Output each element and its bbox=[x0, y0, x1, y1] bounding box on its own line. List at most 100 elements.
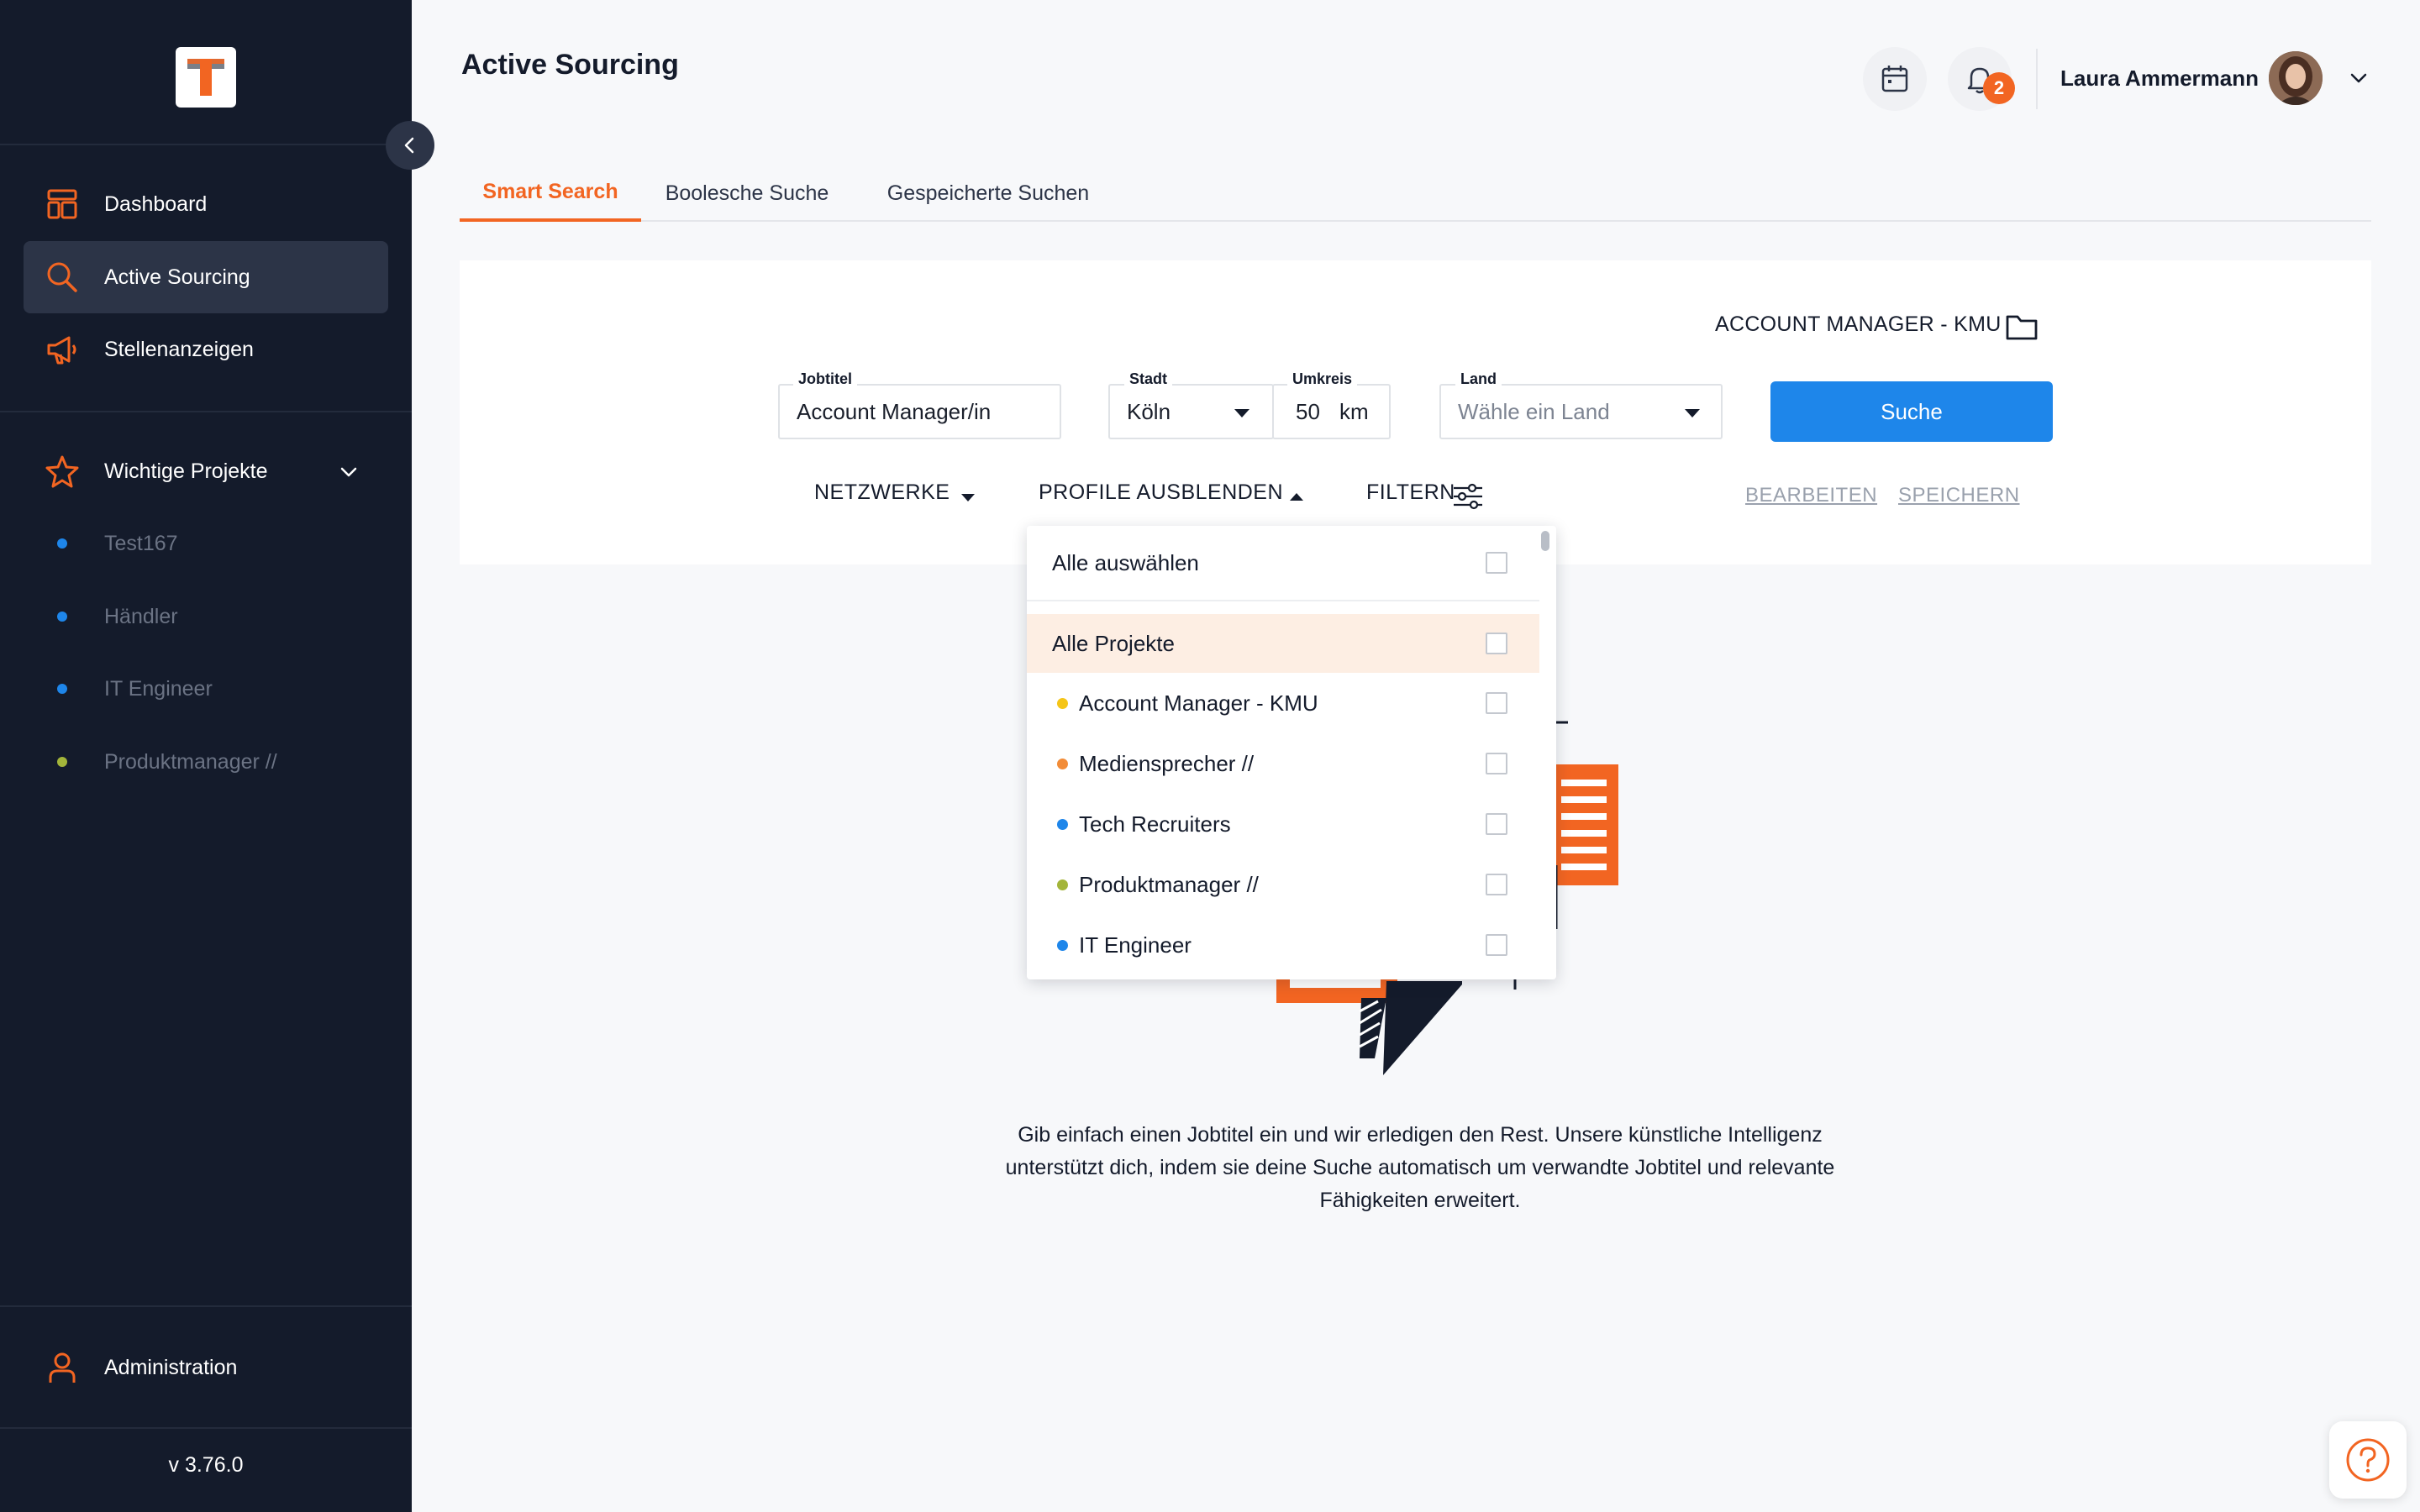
hide-profiles-dropdown-menu: Alle auswählen Alle Projekte Account Man… bbox=[1027, 526, 1556, 979]
header-divider bbox=[2036, 49, 2038, 109]
selected-project-tag: ACCOUNT MANAGER - KMU bbox=[1715, 312, 2002, 336]
search-card bbox=[460, 260, 2371, 564]
checkbox[interactable] bbox=[1486, 552, 1507, 574]
user-menu-chevron-icon[interactable] bbox=[2348, 67, 2370, 89]
checkbox[interactable] bbox=[1486, 753, 1507, 774]
tab-smart-search[interactable]: Smart Search bbox=[460, 165, 641, 222]
save-search-link[interactable]: SPEICHERN bbox=[1898, 484, 2020, 507]
checkbox[interactable] bbox=[1486, 934, 1507, 956]
sidebar-project-label: Händler bbox=[104, 604, 178, 628]
option-label: Mediensprecher // bbox=[1079, 750, 1255, 776]
radius-label: Umkreis bbox=[1287, 370, 1358, 388]
radius-field[interactable]: 50 km bbox=[1272, 384, 1391, 439]
dropdown-scrollbar[interactable] bbox=[1541, 531, 1549, 551]
networks-dropdown-button[interactable]: NETZWERKE bbox=[814, 480, 950, 505]
sidebar-item-administration[interactable]: Administration bbox=[24, 1331, 388, 1404]
logo-icon bbox=[187, 59, 224, 96]
tab-boolesche-suche[interactable]: Boolesche Suche bbox=[656, 165, 838, 222]
sidebar-project-label: Test167 bbox=[104, 531, 178, 555]
sidebar-item-dashboard[interactable]: Dashboard bbox=[24, 168, 388, 240]
sidebar-divider bbox=[0, 411, 412, 412]
project-color-dot bbox=[57, 612, 67, 622]
sidebar-project-label: Produktmanager // bbox=[104, 749, 277, 774]
sidebar-collapse-button[interactable] bbox=[386, 121, 434, 170]
tab-gespeicherte-suchen[interactable]: Gespeicherte Suchen bbox=[866, 165, 1110, 222]
checkbox[interactable] bbox=[1486, 813, 1507, 835]
checkbox[interactable] bbox=[1486, 633, 1507, 654]
sidebar-item-label: Wichtige Projekte bbox=[104, 459, 268, 483]
project-color-dot bbox=[57, 538, 67, 549]
country-label: Land bbox=[1455, 370, 1502, 388]
folder-icon[interactable] bbox=[2005, 312, 2039, 341]
sidebar-divider bbox=[0, 144, 412, 145]
radius-value: 50 bbox=[1296, 398, 1320, 424]
dropdown-divider bbox=[1027, 600, 1539, 601]
caret-down-icon bbox=[1234, 409, 1249, 417]
country-placeholder: Wähle ein Land bbox=[1458, 398, 1610, 424]
radius-unit: km bbox=[1339, 398, 1369, 424]
sidebar-divider bbox=[0, 1305, 412, 1307]
sidebar-project-item[interactable]: Produktmanager // bbox=[0, 741, 412, 783]
user-icon bbox=[49, 1352, 76, 1383]
dashboard-icon bbox=[47, 189, 77, 219]
caret-up-icon bbox=[1290, 493, 1303, 501]
all-projects-option[interactable]: Alle Projekte bbox=[1027, 614, 1539, 673]
project-option[interactable]: IT Engineer bbox=[1027, 916, 1539, 974]
avatar-image bbox=[2269, 51, 2323, 105]
checkbox[interactable] bbox=[1486, 874, 1507, 895]
sidebar-item-label: Dashboard bbox=[104, 192, 208, 216]
jobtitle-label: Jobtitel bbox=[793, 370, 858, 388]
option-label: Produktmanager // bbox=[1079, 871, 1259, 897]
avatar[interactable] bbox=[2269, 51, 2323, 105]
sidebar-item-active-sourcing[interactable]: Active Sourcing bbox=[24, 241, 388, 313]
city-select[interactable]: Köln bbox=[1108, 384, 1274, 439]
page-title: Active Sourcing bbox=[461, 49, 679, 81]
star-icon bbox=[45, 455, 79, 488]
project-option[interactable]: Account Manager - KMU bbox=[1027, 674, 1539, 732]
project-option[interactable]: Mediensprecher // bbox=[1027, 734, 1539, 793]
option-label: Tech Recruiters bbox=[1079, 811, 1231, 837]
project-color-dot bbox=[1057, 697, 1068, 709]
search-icon bbox=[47, 262, 77, 292]
sidebar-project-item[interactable]: Händler bbox=[0, 596, 412, 638]
app-logo[interactable] bbox=[176, 47, 236, 108]
calendar-icon bbox=[1881, 66, 1908, 92]
checkbox[interactable] bbox=[1486, 692, 1507, 714]
sidebar-item-wichtige-projekte[interactable]: Wichtige Projekte bbox=[24, 435, 388, 507]
project-color-dot bbox=[1057, 818, 1068, 830]
help-icon bbox=[2346, 1438, 2390, 1482]
sidebar: Dashboard Active Sourcing Stellenanzeige… bbox=[0, 0, 412, 1512]
option-label: Alle Projekte bbox=[1052, 630, 1175, 656]
sidebar-item-label: Active Sourcing bbox=[104, 265, 250, 289]
sidebar-project-item[interactable]: IT Engineer bbox=[0, 668, 412, 710]
sidebar-divider bbox=[0, 1427, 412, 1429]
sliders-icon bbox=[1454, 483, 1482, 510]
tab-bar: Smart Search Boolesche Suche Gespeichert… bbox=[460, 165, 2371, 222]
sidebar-project-label: IT Engineer bbox=[104, 676, 213, 701]
search-button[interactable]: Suche bbox=[1770, 381, 2053, 442]
help-button[interactable] bbox=[2329, 1421, 2407, 1499]
option-label: Alle auswählen bbox=[1052, 549, 1199, 575]
select-all-option[interactable]: Alle auswählen bbox=[1027, 533, 1539, 592]
hide-profiles-dropdown-button[interactable]: PROFILE AUSBLENDEN bbox=[1039, 480, 1283, 505]
city-value: Köln bbox=[1127, 398, 1171, 424]
project-option[interactable]: Tech Recruiters bbox=[1027, 795, 1539, 853]
project-color-dot bbox=[57, 684, 67, 694]
sidebar-project-item[interactable]: Test167 bbox=[0, 522, 412, 564]
user-name[interactable]: Laura Ammermann bbox=[2060, 66, 2259, 92]
sidebar-item-label: Administration bbox=[104, 1355, 238, 1379]
chevron-down-icon[interactable] bbox=[338, 461, 360, 483]
jobtitle-value: Account Manager/in bbox=[797, 398, 992, 424]
city-label: Stadt bbox=[1124, 370, 1172, 388]
calendar-button[interactable] bbox=[1863, 47, 1927, 111]
project-option[interactable]: Produktmanager // bbox=[1027, 855, 1539, 914]
project-color-dot bbox=[1057, 758, 1068, 769]
edit-search-link[interactable]: BEARBEITEN bbox=[1745, 484, 1877, 507]
jobtitle-field[interactable]: Account Manager/in bbox=[778, 384, 1061, 439]
notification-badge: 2 bbox=[1983, 72, 2015, 104]
country-select[interactable]: Wähle ein Land bbox=[1439, 384, 1723, 439]
empty-state-text: Gib einfach einen Jobtitel ein und wir e… bbox=[1005, 1123, 1835, 1212]
sidebar-item-stellenanzeigen[interactable]: Stellenanzeigen bbox=[24, 313, 388, 386]
filter-button[interactable]: FILTERN bbox=[1366, 480, 1455, 505]
sidebar-item-label: Stellenanzeigen bbox=[104, 337, 254, 361]
